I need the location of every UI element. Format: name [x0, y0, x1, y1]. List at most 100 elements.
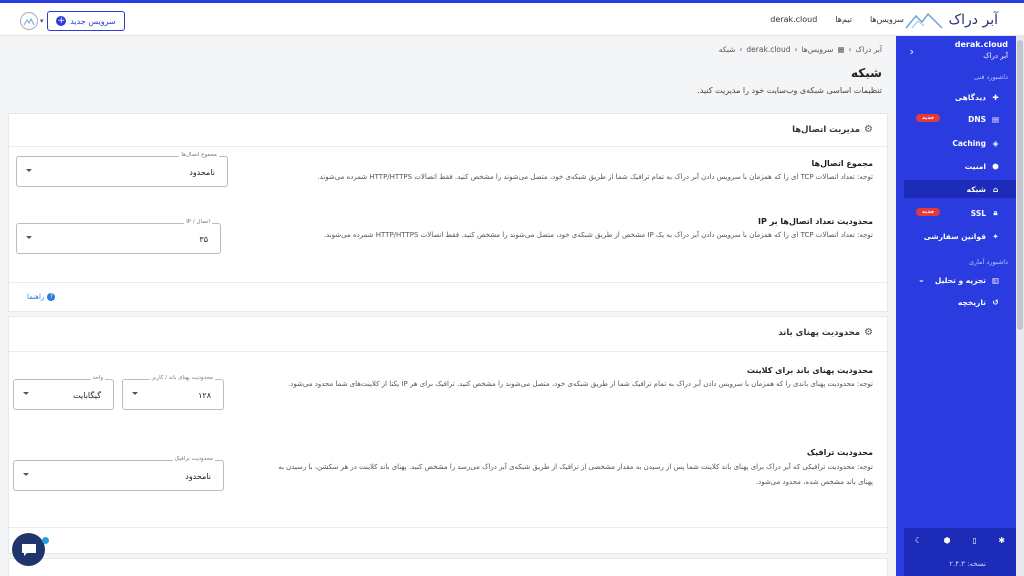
- bandwidth-per-user-select[interactable]: محدودیت پهنای باند / کاربر ۱۲۸: [122, 375, 224, 410]
- brand[interactable]: آبر دراک: [904, 8, 998, 32]
- field-label: محدودیت پهنای باند / کاربر: [149, 375, 215, 381]
- per-ip-select[interactable]: اتصال / IP ۳۵: [16, 219, 221, 254]
- bug-icon[interactable]: ✱: [998, 536, 1005, 545]
- sidebar: derak.cloud آبر دراک ‹ داشبورد فنی ✚ دید…: [896, 36, 1024, 576]
- help-icon: ?: [47, 293, 56, 301]
- per-ip-description: توجه: تعداد اتصالات TCP ای را که همزمان …: [323, 231, 873, 239]
- sidebar-item-analytics[interactable]: ▥ تجزیه و تحلیل ⌄: [904, 271, 1016, 289]
- breadcrumb-item-services[interactable]: سرویس‌ها: [802, 45, 834, 54]
- server-icon: ▤: [991, 114, 1000, 124]
- card-title-text: مدیریت اتصال‌ها: [792, 124, 861, 135]
- new-badge: جدید: [916, 114, 941, 122]
- network-icon: ⌂: [992, 184, 999, 194]
- plus-icon: +: [56, 16, 67, 26]
- user-menu[interactable]: ▾: [20, 12, 44, 30]
- mountain-avatar-icon: [23, 17, 35, 26]
- sidebar-item-label: قوانین سفارشی: [923, 231, 986, 241]
- card-title: ⚙ مدیریت اتصال‌ها: [792, 124, 873, 135]
- breadcrumb: آبر دراک › ▦ سرویس‌ها › derak.cloud › شب…: [719, 45, 882, 54]
- sidebar-footer-icons: ☾ ⬢ ▯ ✱: [904, 536, 1016, 545]
- nav-domain[interactable]: derak.cloud: [770, 15, 817, 24]
- sidebar-item-history[interactable]: ↺ تاریخچه: [904, 293, 1016, 311]
- sidebar-org: آبر دراک: [983, 52, 1008, 60]
- scrollbar-thumb[interactable]: [1017, 40, 1023, 330]
- card-title-text: محدودیت پهنای باند: [778, 327, 861, 338]
- new-badge: جدید: [916, 208, 941, 216]
- traffic-limit-select[interactable]: محدودیت ترافیک نامحدود: [13, 456, 224, 491]
- sidebar-item-label: امنیت: [964, 161, 986, 171]
- divider: [9, 527, 887, 528]
- sidebar-header: derak.cloud آبر دراک: [904, 40, 1008, 60]
- sidebar-item-label: شبکه: [966, 184, 986, 194]
- shield-icon[interactable]: ⬢: [944, 536, 951, 545]
- breadcrumb-item-domain[interactable]: derak.cloud: [746, 45, 790, 54]
- avatar: [20, 12, 38, 30]
- field-value: نامحدود: [185, 472, 211, 481]
- client-bandwidth-title: محدودیت پهنای باند برای کلاینت: [746, 366, 873, 375]
- dropdown-arrow-icon: [26, 169, 32, 172]
- dropdown-arrow-icon: [132, 392, 138, 395]
- lock-icon: 🔒︎: [993, 208, 998, 217]
- help-label: راهنما: [27, 293, 45, 301]
- page-title: شبکه: [851, 66, 882, 80]
- grid-icon: ▦: [837, 45, 845, 54]
- version-label: نسخه: ۲.۴.۳: [949, 560, 986, 568]
- divider: [9, 351, 887, 352]
- traffic-limit-description-line2: پهنای باند مشخص شده، محدود می‌شود.: [755, 478, 873, 486]
- chevron-left-icon: ›: [848, 45, 852, 54]
- connections-card: ⚙ مدیریت اتصال‌ها مجموع اتصال‌ها توجه: ت…: [8, 113, 888, 312]
- theme-icon[interactable]: ☾: [915, 536, 922, 545]
- sidebar-item-custom-rules[interactable]: ✦ قوانین سفارشی: [904, 227, 1016, 245]
- sidebar-item-dns[interactable]: ▤ DNS جدید: [904, 110, 1016, 128]
- nav-services[interactable]: سرویس‌ها: [870, 15, 904, 24]
- sidebar-item-label: DNS: [968, 114, 986, 124]
- breadcrumb-item-home[interactable]: آبر دراک: [856, 45, 882, 54]
- chat-bubble-icon: [21, 543, 36, 556]
- dropdown-arrow-icon: [23, 392, 29, 395]
- chat-notification-dot: [42, 537, 49, 544]
- field-value: نامحدود: [189, 168, 215, 177]
- chevron-left-icon: ›: [794, 45, 798, 54]
- sidebar-item-security[interactable]: ⬢ امنیت: [904, 157, 1016, 175]
- page-scrollbar[interactable]: [1016, 36, 1024, 576]
- dropdown-arrow-icon: [26, 236, 32, 239]
- new-service-label: سرویس جدید: [70, 16, 116, 26]
- nav-teams[interactable]: تیم‌ها: [835, 15, 852, 24]
- total-connections-select[interactable]: مجموع اتصال‌ها نامحدود: [16, 152, 228, 187]
- top-nav: سرویس‌ها تیم‌ها derak.cloud: [770, 15, 904, 24]
- top-bar: آبر دراک سرویس‌ها تیم‌ها derak.cloud سرو…: [0, 0, 1024, 36]
- unit-select[interactable]: واحد گیگابایت: [13, 375, 114, 410]
- sidebar-domain: derak.cloud: [954, 40, 1008, 49]
- chevron-left-icon: ›: [739, 45, 743, 54]
- gear-icon: ⚙: [864, 124, 873, 135]
- chevron-down-icon: ⌄: [918, 275, 925, 284]
- sidebar-item-label: Caching: [952, 138, 986, 148]
- gear-icon: ⚙: [864, 327, 873, 338]
- sidebar-item-ssl[interactable]: 🔒︎ SSL جدید: [904, 204, 1016, 222]
- layers-icon: ◈: [992, 138, 999, 148]
- card-title: ⚙ محدودیت پهنای باند: [778, 327, 873, 338]
- shield-icon: ⬢: [992, 161, 999, 171]
- total-connections-description: توجه: تعداد اتصالات TCP ای را که همزمان …: [317, 173, 873, 181]
- chart-icon: ▥: [991, 275, 1000, 285]
- total-connections-title: مجموع اتصال‌ها: [811, 159, 873, 168]
- new-service-button[interactable]: سرویس جدید +: [47, 11, 125, 31]
- sidebar-item-label: دیدگاهی: [955, 92, 986, 102]
- per-ip-title: محدودیت تعداد اتصال‌ها بر IP: [758, 217, 873, 226]
- divider: [9, 146, 887, 147]
- field-value: ۱۲۸: [198, 391, 211, 400]
- dropdown-arrow-icon: [23, 473, 29, 476]
- book-icon[interactable]: ▯: [972, 536, 976, 545]
- help-link[interactable]: ? راهنما: [27, 293, 56, 301]
- page-description: تنظیمات اساسی شبکه‌ی وب‌سایت خود را مدیر…: [697, 86, 882, 95]
- sidebar-item-network[interactable]: ⌂ شبکه: [904, 180, 1016, 198]
- field-label: واحد: [90, 375, 105, 381]
- chat-button[interactable]: [12, 533, 45, 566]
- sidebar-item-label: تاریخچه: [957, 297, 986, 307]
- bandwidth-card: ⚙ محدودیت پهنای باند محدودیت پهنای باند …: [8, 316, 888, 554]
- mountain-logo-icon: [905, 12, 943, 29]
- sidebar-item-view[interactable]: ✚ دیدگاهی: [904, 88, 1016, 106]
- collapse-sidebar-icon[interactable]: ‹: [910, 45, 914, 58]
- sidebar-item-caching[interactable]: ◈ Caching: [904, 134, 1016, 152]
- field-label: محدودیت ترافیک: [172, 456, 215, 462]
